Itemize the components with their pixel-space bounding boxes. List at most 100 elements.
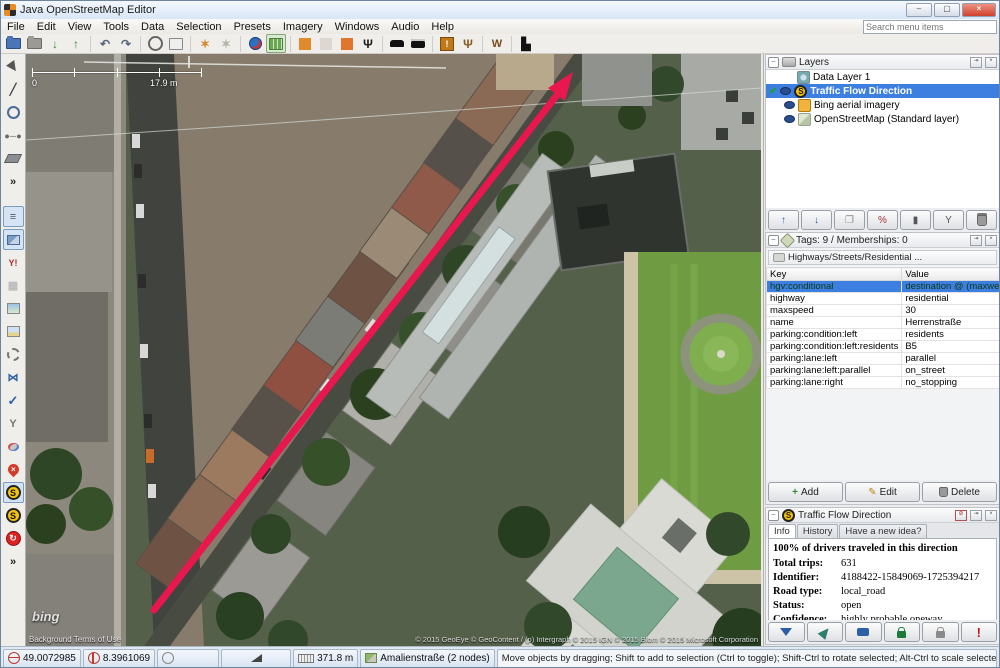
more-tools-icon[interactable]: » [3, 171, 24, 192]
add-tag-button[interactable]: +Add [768, 482, 843, 502]
traffic-flow-direction-toggle-icon[interactable]: S [3, 482, 24, 503]
tag-row[interactable]: parking:condition:leftresidents [767, 329, 1000, 341]
tab-info[interactable]: Info [768, 524, 796, 538]
wireframe-style-icon[interactable]: ✶ [195, 34, 215, 53]
man-made-preset-icon[interactable]: ▙ [516, 34, 536, 53]
tfd-lock-closed-button[interactable] [884, 622, 921, 642]
tags-collapse-icon[interactable]: – [768, 235, 779, 246]
filter-toggle-icon[interactable]: Y [3, 413, 24, 434]
tags-value-header[interactable]: Value [902, 268, 1000, 281]
tags-close-icon[interactable]: × [985, 235, 997, 246]
tfd-report-problem-button[interactable]: ! [961, 622, 998, 642]
undo-icon[interactable]: ↶ [95, 34, 115, 53]
layer-item-data-layer[interactable]: Data Layer 1 [766, 70, 999, 84]
menu-help[interactable]: Help [425, 21, 460, 33]
tag-row[interactable]: parking:condition:left:residentsB5 [767, 341, 1000, 353]
menu-audio[interactable]: Audio [385, 21, 425, 33]
download-osm-globe-icon[interactable] [245, 34, 265, 53]
menu-imagery[interactable]: Imagery [277, 21, 329, 33]
menu-view[interactable]: View [62, 21, 98, 33]
tfd-comment-button[interactable] [845, 622, 882, 642]
tfd-record-icon[interactable]: ⊘ [955, 510, 967, 521]
upload-data-icon[interactable]: ↑ [66, 34, 86, 53]
tag-row[interactable]: hgv:conditionaldestination @ (maxweight … [767, 281, 1000, 293]
map-styles-palette-toggle-icon[interactable] [3, 436, 24, 457]
pan-hand-icon[interactable]: Ψ [358, 34, 378, 53]
layers-dock-icon[interactable]: ⇥ [970, 57, 982, 68]
relation-toggle-icon[interactable]: ▦ [3, 275, 24, 296]
menu-windows[interactable]: Windows [329, 21, 386, 33]
warning-preset-icon[interactable]: ! [437, 34, 457, 53]
improve-accuracy-tool-icon[interactable]: ●─● [3, 125, 24, 146]
zoom-tool-icon[interactable] [3, 102, 24, 123]
tfd-close-icon[interactable]: × [985, 510, 997, 521]
download-data-icon[interactable]: ↓ [45, 34, 65, 53]
background-terms-link[interactable]: Background Terms of Use [29, 635, 121, 644]
menu-presets[interactable]: Presets [228, 21, 277, 33]
tag-row[interactable]: highwayresidential [767, 293, 1000, 305]
map-canvas[interactable]: 0 17.9 m bing Background Terms of Use © … [26, 54, 761, 646]
car-preset-icon[interactable] [387, 34, 407, 53]
bus-preset-icon[interactable] [408, 34, 428, 53]
layers-collapse-icon[interactable]: – [768, 57, 779, 68]
wireframe-view-toggle-icon[interactable] [3, 229, 24, 250]
zoom-to-selection-icon[interactable] [266, 34, 286, 53]
tag-row[interactable]: parking:lane:leftparallel [767, 353, 1000, 365]
oneway-reverse-toggle-icon[interactable]: ↻ [3, 528, 24, 549]
tag-row[interactable]: parking:lane:rightno_stopping [767, 377, 1000, 389]
maximize-button[interactable]: ▢ [934, 3, 960, 17]
tfd-collapse-icon[interactable]: – [768, 510, 779, 521]
imagery-preferences-toggle-icon[interactable] [3, 321, 24, 342]
search-icon[interactable] [145, 34, 165, 53]
menu-edit[interactable]: Edit [31, 21, 62, 33]
minimize-button[interactable]: – [906, 3, 932, 17]
merge-layer-button[interactable]: Y [933, 210, 964, 230]
castle-preset-icon[interactable]: W [487, 34, 507, 53]
move-layer-down-button[interactable]: ↓ [801, 210, 832, 230]
restaurant-preset-icon[interactable]: Ψ [458, 34, 478, 53]
duplicate-layer-button[interactable]: ❐ [834, 210, 865, 230]
close-button[interactable]: × [962, 3, 996, 17]
selection-readout[interactable]: Amalienstraße (2 nodes) [360, 649, 495, 668]
layer-opacity-button[interactable]: % [867, 210, 898, 230]
wireframe-style-alt-icon[interactable]: ✶ [216, 34, 236, 53]
validator-toggle-icon[interactable] [3, 298, 24, 319]
move-layer-up-button[interactable]: ↑ [768, 210, 799, 230]
traffic-flow-second-toggle-icon[interactable]: S [3, 505, 24, 526]
save-file-icon[interactable] [24, 34, 44, 53]
settings-gear-toggle-icon[interactable] [3, 344, 24, 365]
draw-node-tool-icon[interactable]: ╱ [3, 79, 24, 100]
delete-layer-button[interactable] [966, 210, 997, 230]
more-toggles-icon[interactable]: » [3, 551, 24, 572]
tag-row[interactable]: nameHerrenstraße [767, 317, 1000, 329]
delete-tag-button[interactable]: Delete [922, 482, 997, 502]
map-paint-toggle-icon[interactable]: Y! [3, 252, 24, 273]
tfd-lock-open-button[interactable] [922, 622, 959, 642]
conflict-toggle-icon[interactable]: ⋈ [3, 367, 24, 388]
tfd-dock-icon[interactable]: ⇥ [970, 510, 982, 521]
select-tool-icon[interactable] [3, 56, 24, 77]
tag-row[interactable]: parking:lane:left:parallelon_street [767, 365, 1000, 377]
combine-ways-icon[interactable] [295, 34, 315, 53]
layers-close-icon[interactable]: × [985, 57, 997, 68]
layer-visible-eye-icon[interactable] [784, 115, 795, 123]
layer-visibility-button[interactable]: ▮ [900, 210, 931, 230]
edit-tag-button[interactable]: ✎Edit [845, 482, 920, 502]
selection-check-toggle-icon[interactable]: ✓ [3, 390, 24, 411]
marker-pin-toggle-icon[interactable]: × [3, 459, 24, 480]
preset-link-button[interactable]: Highways/Streets/Residential ... [768, 250, 997, 265]
menu-data[interactable]: Data [135, 21, 170, 33]
tab-history[interactable]: History [797, 524, 839, 538]
layer-item-traffic-flow[interactable]: ✔ S Traffic Flow Direction [766, 84, 999, 98]
menu-tools[interactable]: Tools [97, 21, 135, 33]
layer-item-bing[interactable]: Bing aerial imagery [766, 98, 999, 112]
redo-icon[interactable]: ↷ [116, 34, 136, 53]
menu-file[interactable]: File [1, 21, 31, 33]
layer-item-osm-standard[interactable]: OpenStreetMap (Standard layer) [766, 112, 999, 126]
tfd-filter-button[interactable] [768, 622, 805, 642]
menu-search-input[interactable] [863, 20, 997, 34]
tab-new-idea[interactable]: Have a new idea? [839, 524, 927, 538]
split-way-icon[interactable] [337, 34, 357, 53]
tags-key-header[interactable]: Key [767, 268, 902, 281]
tfd-navigate-button[interactable] [807, 622, 844, 642]
